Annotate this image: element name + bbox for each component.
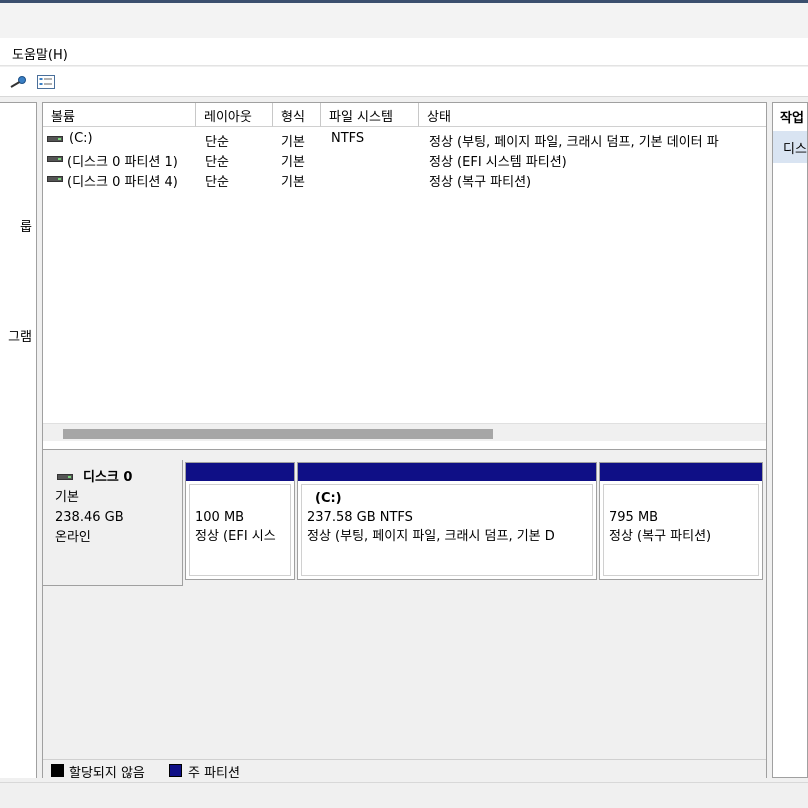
partition-details: (C:) 237.58 GB NTFS 정상 (부팅, 페이지 파일, 크래시 …: [301, 484, 593, 576]
disk-state: 온라인: [55, 530, 91, 545]
partition-title: [609, 489, 753, 508]
scrollbar-thumb[interactable]: [63, 429, 493, 439]
volume-status: 정상 (EFI 시스템 파티션): [429, 155, 567, 170]
disk-volume-icon: [47, 156, 63, 162]
partition-size: 795 MB: [609, 510, 659, 525]
disk-volume-icon: [47, 176, 63, 182]
action-item-disk[interactable]: 디스: [773, 131, 807, 163]
col-header-status[interactable]: 상태: [419, 103, 766, 127]
toolbar: [0, 67, 808, 97]
volume-type: 기본: [281, 155, 305, 170]
partition-recovery[interactable]: 795 MB 정상 (복구 파티션): [599, 462, 763, 580]
disk-volume-icon: [47, 136, 63, 142]
properties-list-icon[interactable]: [37, 74, 55, 90]
legend: 할당되지 않음 주 파티션: [43, 759, 766, 781]
actions-pane: 작업 디스: [772, 102, 808, 778]
table-row[interactable]: (디스크 0 파티션 1) 단순 기본 정상 (EFI 시스템 파티션): [43, 149, 766, 170]
col-header-type[interactable]: 형식: [273, 103, 321, 127]
disk-management-main: 볼륨 레이아웃 형식 파일 시스템 상태 (C:) 단순 기본 NTFS 정상 …: [42, 102, 767, 781]
partition-title: (C:): [315, 491, 342, 506]
primary-partition-band: [600, 463, 762, 481]
partition-status: 정상 (EFI 시스: [195, 529, 276, 544]
key-icon[interactable]: [9, 74, 27, 90]
partition-efi[interactable]: 100 MB 정상 (EFI 시스: [185, 462, 295, 580]
partition-c[interactable]: (C:) 237.58 GB NTFS 정상 (부팅, 페이지 파일, 크래시 …: [297, 462, 597, 580]
actions-header: 작업: [780, 111, 804, 126]
unallocated-swatch: [51, 764, 64, 777]
table-row[interactable]: (C:) 단순 기본 NTFS 정상 (부팅, 페이지 파일, 크래시 덤프, …: [43, 129, 766, 150]
partition-status: 정상 (복구 파티션): [609, 529, 712, 544]
volume-status: 정상 (부팅, 페이지 파일, 크래시 덤프, 기본 데이터 파: [429, 135, 719, 150]
volume-status: 정상 (복구 파티션): [429, 175, 532, 190]
volume-name: (디스크 0 파티션 1): [67, 155, 178, 170]
partition-status: 정상 (부팅, 페이지 파일, 크래시 덤프, 기본 D: [307, 529, 555, 544]
table-row[interactable]: (디스크 0 파티션 4) 단순 기본 정상 (복구 파티션): [43, 169, 766, 190]
volume-list: 볼륨 레이아웃 형식 파일 시스템 상태 (C:) 단순 기본 NTFS 정상 …: [43, 103, 766, 449]
status-bar: [0, 782, 808, 808]
disk-size: 238.46 GB: [55, 510, 124, 525]
volume-type: 기본: [281, 175, 305, 190]
legend-unallocated: 할당되지 않음: [69, 766, 145, 781]
col-header-volume[interactable]: 볼륨: [43, 103, 196, 127]
partition-size: 237.58 GB NTFS: [307, 510, 413, 525]
volume-layout: 단순: [205, 155, 229, 170]
disk-type: 기본: [55, 490, 79, 505]
navigation-tree: 룹 그램: [0, 102, 37, 778]
legend-primary: 주 파티션: [188, 766, 240, 781]
partition-title: [195, 489, 285, 508]
partition-details: 795 MB 정상 (복구 파티션): [603, 484, 759, 576]
disk-graphical-view: 디스크 0 기본 238.46 GB 온라인 100 MB 정상 (EFI 시스…: [43, 449, 766, 759]
window-top-edge: [0, 0, 808, 38]
partition-size: 100 MB: [195, 510, 245, 525]
partition-details: 100 MB 정상 (EFI 시스: [189, 484, 291, 576]
col-header-layout[interactable]: 레이아웃: [196, 103, 273, 127]
volume-layout: 단순: [205, 175, 229, 190]
volume-name: (디스크 0 파티션 4): [67, 175, 178, 190]
col-header-filesystem[interactable]: 파일 시스템: [321, 103, 419, 127]
disk-icon: [57, 474, 73, 480]
disk-info-panel[interactable]: 디스크 0 기본 238.46 GB 온라인: [43, 460, 183, 586]
primary-partition-band: [186, 463, 294, 481]
disk-name-row: 디스크 0: [55, 468, 170, 488]
volume-filesystem: NTFS: [331, 131, 365, 146]
horizontal-scrollbar[interactable]: [43, 423, 766, 441]
disk-name: 디스크 0: [83, 470, 133, 485]
tree-item-groups[interactable]: 룹: [20, 216, 32, 235]
primary-partition-swatch: [169, 764, 182, 777]
volume-name: (C:): [69, 131, 93, 146]
menu-help[interactable]: 도움말(H): [12, 44, 68, 63]
volume-layout: 단순: [205, 135, 229, 150]
menubar: 도움말(H): [0, 38, 808, 66]
volume-type: 기본: [281, 135, 305, 150]
primary-partition-band: [298, 463, 596, 481]
tree-item-programs[interactable]: 그램: [8, 326, 32, 345]
